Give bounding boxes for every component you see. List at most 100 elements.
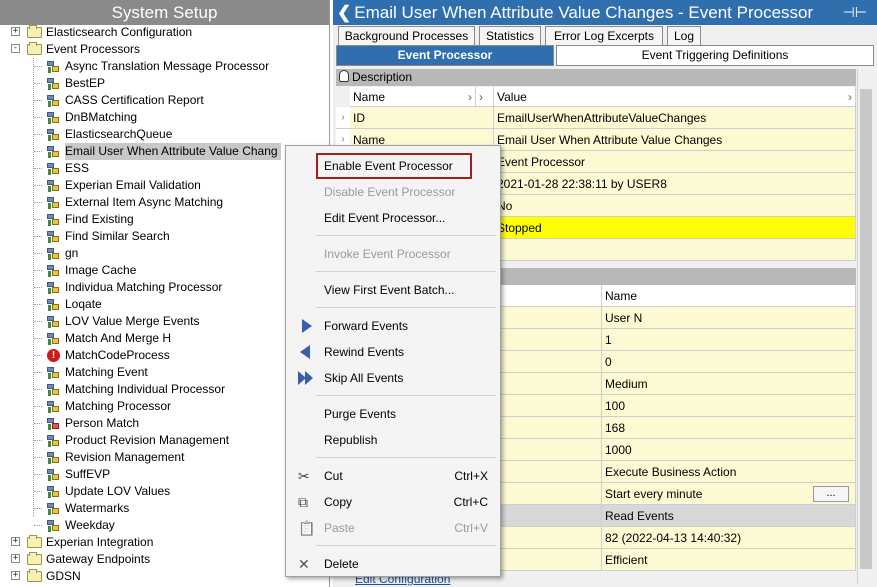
menu-item-paste: 📋 Paste Ctrl+V: [286, 518, 500, 538]
browse-button[interactable]: ...: [813, 486, 849, 502]
tree-folder-item[interactable]: - Event Processors: [0, 41, 329, 58]
menu-item-copy[interactable]: ⧉ Copy Ctrl+C: [286, 492, 500, 512]
tree-item-label: Individua Matching Processor: [65, 280, 223, 294]
tree-processor-item[interactable]: Revision Management: [0, 449, 329, 466]
status-value-cell[interactable]: Stopped: [494, 217, 856, 239]
tree-processor-item[interactable]: LOV Value Merge Events: [0, 313, 329, 330]
tree-item-label: Matching Processor: [65, 399, 172, 413]
tree-processor-item[interactable]: Matching Processor: [0, 398, 329, 415]
property-value-cell[interactable]: Email User When Attribute Value Changes: [494, 129, 856, 151]
config-value-cell[interactable]: 168: [602, 417, 856, 439]
expand-icon[interactable]: +: [11, 554, 20, 563]
tree-processor-item[interactable]: Find Similar Search: [0, 228, 329, 245]
menu-item-view-first-event-batch[interactable]: View First Event Batch...: [286, 280, 500, 300]
tree-processor-item[interactable]: SuffEVP: [0, 466, 329, 483]
config-value-cell[interactable]: User N: [602, 307, 856, 329]
column-header-value[interactable]: Value ›: [494, 87, 856, 107]
tree-processor-item[interactable]: Image Cache: [0, 262, 329, 279]
menu-item-forward-events[interactable]: Forward Events: [286, 316, 500, 336]
tree-processor-item[interactable]: Email User When Attribute Value Chang: [0, 143, 329, 160]
tree-folder-item[interactable]: + GDSN: [0, 568, 329, 585]
tree-processor-item[interactable]: Experian Email Validation: [0, 177, 329, 194]
back-icon[interactable]: ❮: [337, 3, 351, 22]
property-value-cell[interactable]: [494, 239, 856, 261]
tree-processor-item[interactable]: Update LOV Values: [0, 483, 329, 500]
property-value-cell[interactable]: No: [494, 195, 856, 217]
tree-connector: [34, 219, 42, 220]
tree-processor-item[interactable]: ! MatchCodeProcess: [0, 347, 329, 364]
expand-icon[interactable]: +: [11, 537, 20, 546]
tree-processor-item[interactable]: Matching Event: [0, 364, 329, 381]
tree-processor-item[interactable]: Person Match: [0, 415, 329, 432]
menu-separator: [316, 395, 496, 396]
config-value-cell[interactable]: Execute Business Action: [602, 461, 856, 483]
config-value-text: 1000: [605, 443, 632, 457]
menu-item-skip-all-events[interactable]: Skip All Events: [286, 368, 500, 388]
tree-folder-item[interactable]: + Gateway Endpoints: [0, 551, 329, 568]
plugin-icon: [46, 59, 61, 74]
tab-statistics[interactable]: Statistics: [479, 26, 541, 45]
tree-processor-item[interactable]: External Item Async Matching: [0, 194, 329, 211]
menu-item-edit-event-processor[interactable]: Edit Event Processor...: [286, 208, 500, 228]
menu-item-delete[interactable]: ✕ Delete: [286, 554, 500, 574]
tree-folder-item[interactable]: + Experian Integration: [0, 534, 329, 551]
tree-item-label: LOV Value Merge Events: [65, 314, 200, 328]
menu-item-republish[interactable]: Republish: [286, 430, 500, 450]
expand-icon[interactable]: +: [11, 571, 20, 580]
tab-event-triggering-definitions[interactable]: Event Triggering Definitions: [556, 45, 874, 66]
forward-icon: [302, 319, 312, 333]
row-expand-icon[interactable]: ›: [336, 107, 350, 129]
column-header-name[interactable]: Name ›: [350, 87, 476, 107]
vertical-scrollbar[interactable]: [857, 69, 874, 584]
menu-item-label: View First Event Batch...: [324, 283, 455, 297]
context-menu: Enable Event Processor Disable Event Proc…: [285, 145, 501, 577]
tree-processor-item[interactable]: Match And Merge H: [0, 330, 329, 347]
tree-processor-item[interactable]: Loqate: [0, 296, 329, 313]
tree-connector: [34, 457, 42, 458]
menu-item-rewind-events[interactable]: Rewind Events: [286, 342, 500, 362]
property-value-cell[interactable]: 2021-01-28 22:38:11 by USER8: [494, 173, 856, 195]
config-value-cell[interactable]: 100: [602, 395, 856, 417]
menu-item-shortcut: Ctrl+V: [454, 521, 488, 535]
scrollbar-thumb[interactable]: [860, 89, 872, 569]
tab-event-processor[interactable]: Event Processor: [336, 45, 554, 66]
tree-processor-item[interactable]: Async Translation Message Processor: [0, 58, 329, 75]
tab-background-processes[interactable]: Background Processes: [338, 26, 475, 45]
pin-icon[interactable]: ⊣⊢: [843, 0, 867, 25]
tab-error-log-excerpts[interactable]: Error Log Excerpts: [545, 26, 663, 45]
tree-connector: [34, 117, 42, 118]
tree-processor-item[interactable]: Watermarks: [0, 500, 329, 517]
collapse-icon[interactable]: -: [11, 44, 20, 53]
description-header[interactable]: Description: [336, 69, 856, 86]
tree-folder-item[interactable]: + Elasticsearch Configuration: [0, 24, 329, 41]
tree-processor-item[interactable]: BestEP: [0, 75, 329, 92]
property-value-cell[interactable]: Event Processor: [494, 151, 856, 173]
chevron-right-icon: ›: [476, 87, 494, 107]
config-value-cell[interactable]: Start every minute...: [602, 483, 856, 505]
menu-item-purge-events[interactable]: Purge Events: [286, 404, 500, 424]
tree-processor-item[interactable]: CASS Certification Report: [0, 92, 329, 109]
tree-processor-item[interactable]: DnBMatching: [0, 109, 329, 126]
tree-processor-item[interactable]: ElasticsearchQueue: [0, 126, 329, 143]
config-value-cell[interactable]: Medium: [602, 373, 856, 395]
config-column-header-name[interactable]: Name: [602, 285, 856, 307]
tree-processor-item[interactable]: Weekday: [0, 517, 329, 534]
menu-item-cut[interactable]: ✂ Cut Ctrl+X: [286, 466, 500, 486]
tab-log[interactable]: Log: [667, 26, 701, 45]
config-value-cell[interactable]: 1000: [602, 439, 856, 461]
tree-item-label: ESS: [65, 161, 90, 175]
tree-processor-item[interactable]: ESS: [0, 160, 329, 177]
tree-processor-item[interactable]: gn: [0, 245, 329, 262]
config-value-cell[interactable]: Efficient: [602, 549, 856, 571]
lightbulb-icon: [339, 70, 349, 82]
property-value-cell[interactable]: EmailUserWhenAttributeValueChanges: [494, 107, 856, 129]
tree-processor-item[interactable]: Find Existing: [0, 211, 329, 228]
menu-item-label: Edit Event Processor...: [324, 211, 446, 225]
tree-processor-item[interactable]: Product Revision Management: [0, 432, 329, 449]
tree-processor-item[interactable]: Matching Individual Processor: [0, 381, 329, 398]
config-value-cell[interactable]: 1: [602, 329, 856, 351]
tree-processor-item[interactable]: Individua Matching Processor: [0, 279, 329, 296]
config-value-cell[interactable]: 0: [602, 351, 856, 373]
expand-icon[interactable]: +: [11, 27, 20, 36]
config-value-cell[interactable]: 82 (2022-04-13 14:40:32): [602, 527, 856, 549]
